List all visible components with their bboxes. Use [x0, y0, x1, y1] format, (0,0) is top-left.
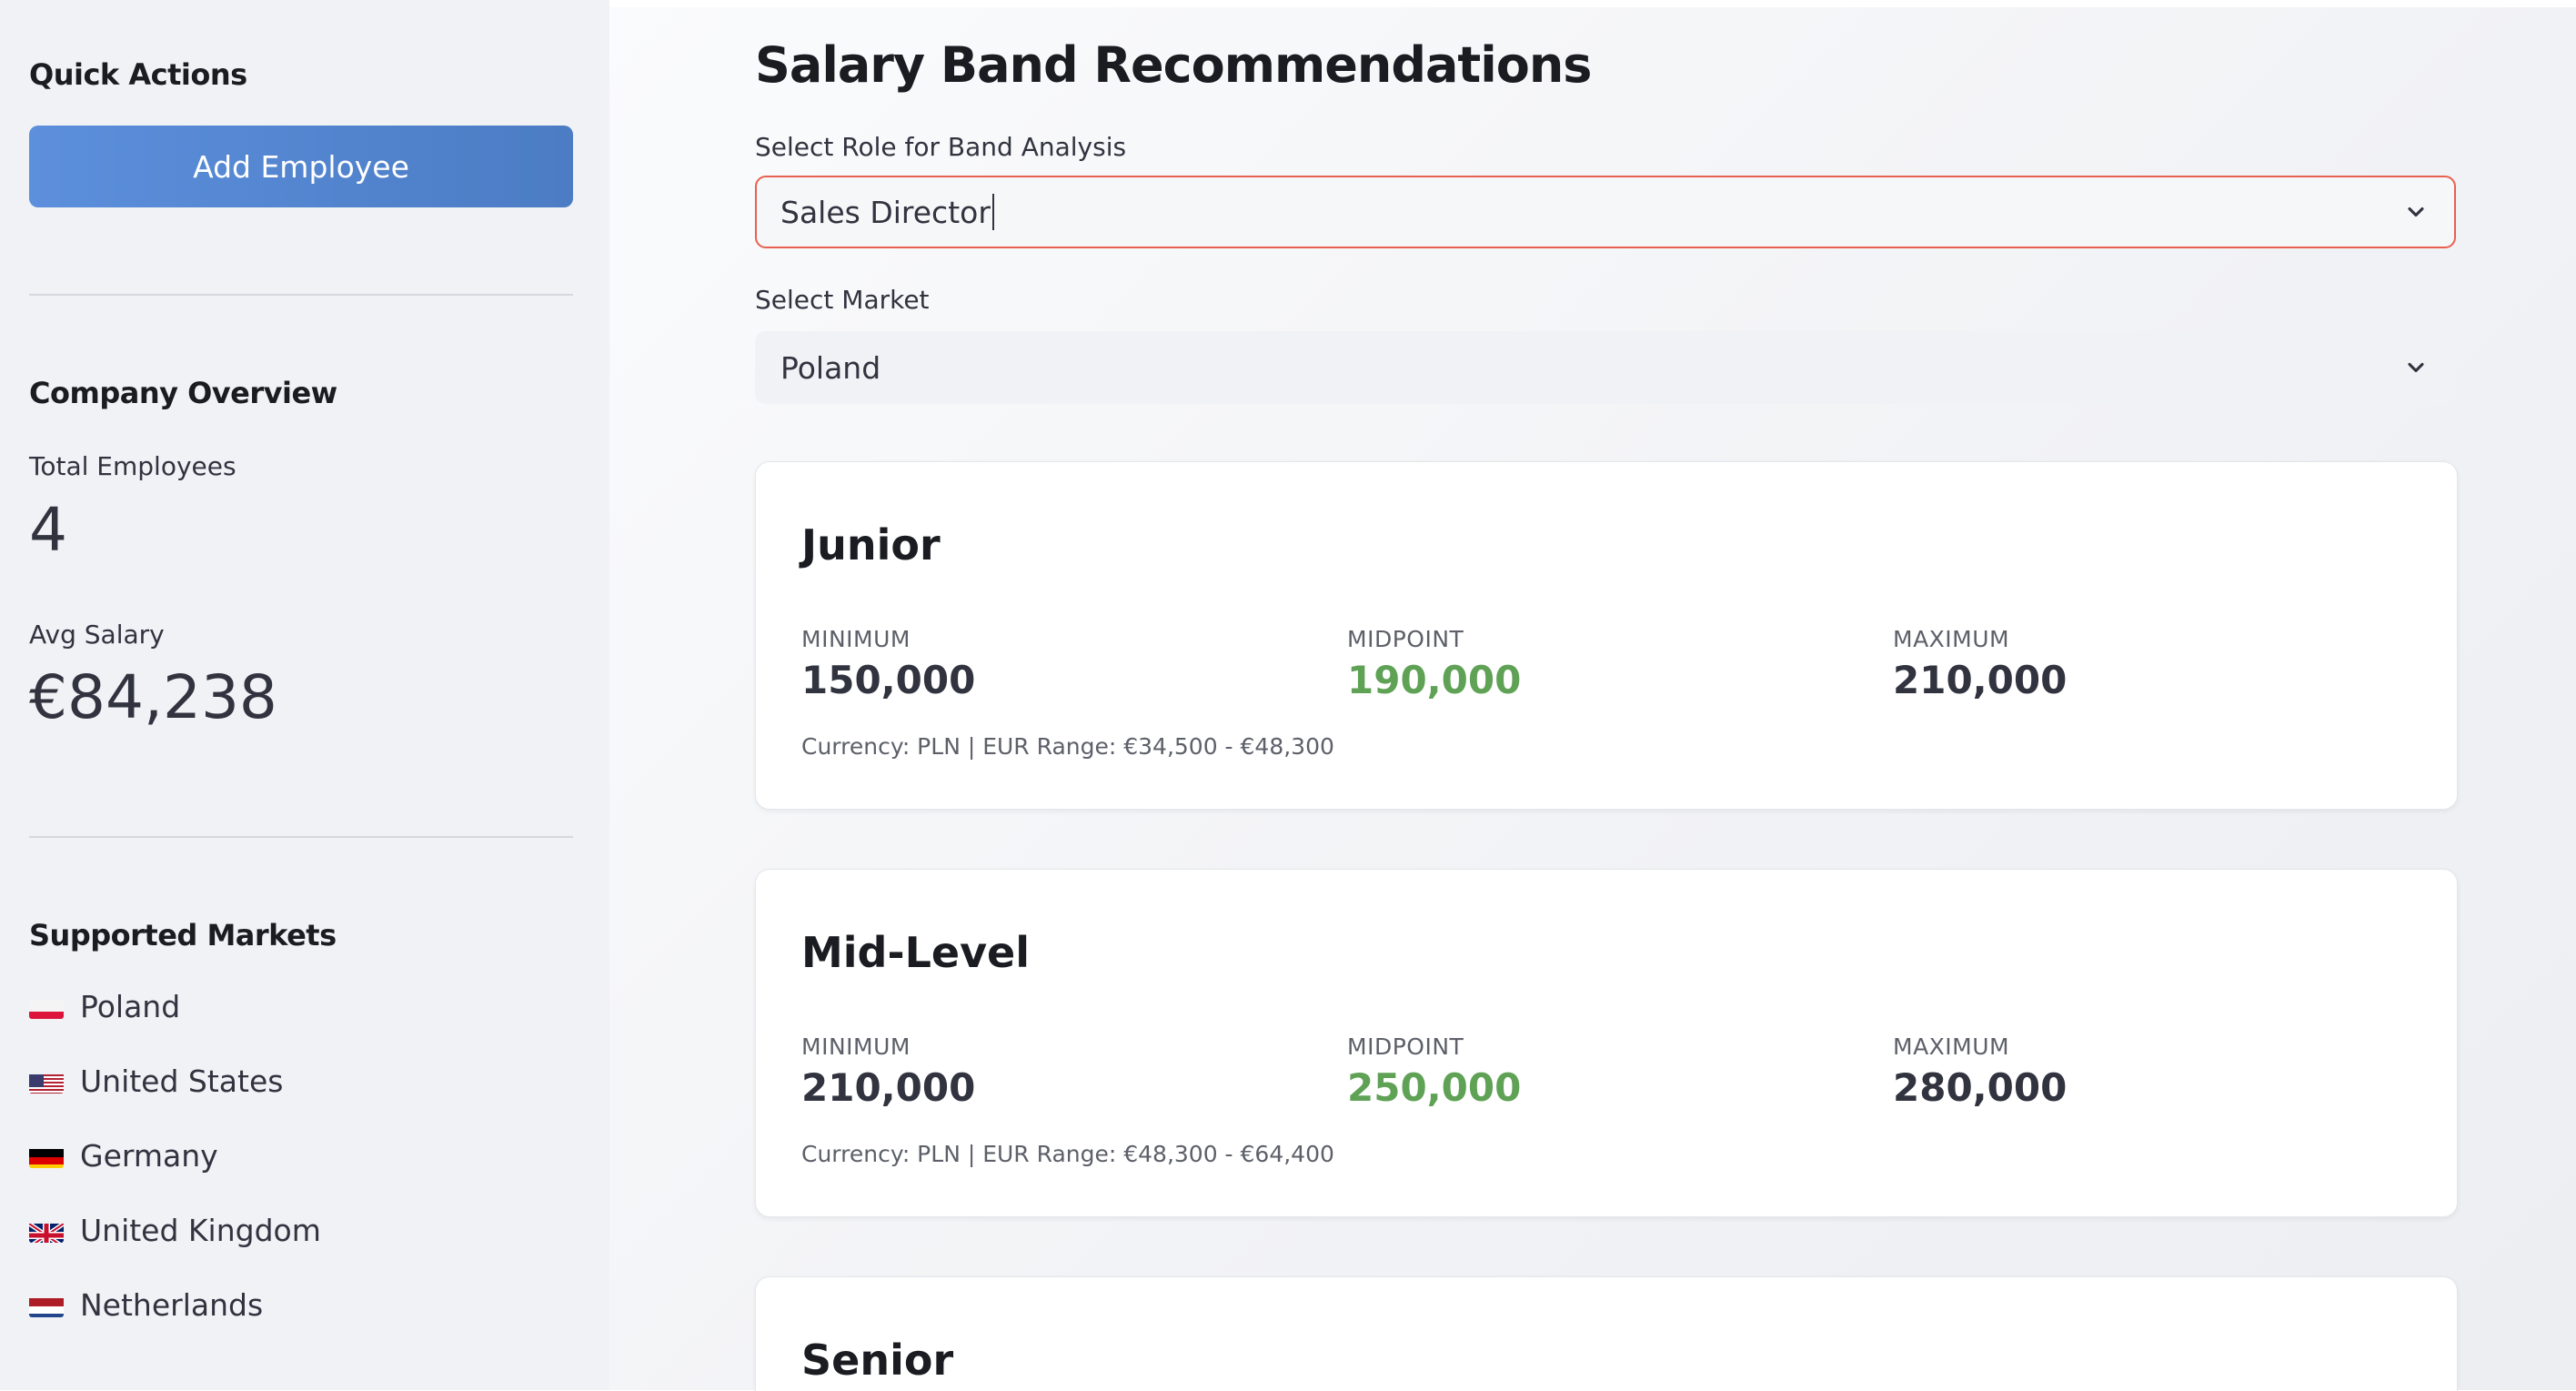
minimum-value: 210,000: [801, 1065, 976, 1110]
market-item-united-kingdom: United Kingdom: [29, 1213, 321, 1248]
maximum-value: 280,000: [1893, 1065, 2068, 1110]
chevron-down-icon[interactable]: [2403, 355, 2429, 380]
top-bar: [609, 0, 2576, 7]
minimum-label: MINIMUM: [801, 1033, 911, 1060]
flag-united-states-icon: [29, 1070, 64, 1094]
quick-actions-title: Quick Actions: [29, 57, 247, 92]
company-overview-title: Company Overview: [29, 376, 337, 410]
avg-salary-value: €84,238: [29, 662, 277, 732]
band-midpoint: MIDPOINT 190,000: [1347, 626, 1521, 702]
band-card-mid-level: Mid-Level MINIMUM 210,000 MIDPOINT 250,0…: [755, 869, 2458, 1217]
flag-poland-icon: [29, 995, 64, 1019]
market-label: United Kingdom: [80, 1213, 321, 1248]
band-currency-note: Currency: PLN | EUR Range: €34,500 - €48…: [801, 733, 1334, 760]
market-item-germany: Germany: [29, 1138, 218, 1174]
avg-salary-label: Avg Salary: [29, 620, 165, 650]
market-select[interactable]: Poland: [755, 331, 2456, 404]
minimum-label: MINIMUM: [801, 626, 911, 652]
total-employees-label: Total Employees: [29, 451, 236, 481]
market-select-label: Select Market: [755, 285, 930, 315]
sidebar-divider: [29, 836, 573, 838]
band-card-senior: Senior: [755, 1276, 2458, 1391]
band-title: Mid-Level: [801, 928, 1031, 977]
market-item-poland: Poland: [29, 989, 180, 1024]
supported-markets-title: Supported Markets: [29, 918, 337, 953]
market-label: United States: [80, 1063, 284, 1099]
maximum-label: MAXIMUM: [1893, 626, 2010, 652]
band-midpoint: MIDPOINT 250,000: [1347, 1033, 1521, 1110]
maximum-value: 210,000: [1893, 658, 2068, 702]
sidebar: Quick Actions Add Employee Company Overv…: [0, 0, 609, 1390]
flag-united-kingdom-icon: [29, 1219, 64, 1243]
band-maximum: MAXIMUM 280,000: [1893, 1033, 2067, 1110]
add-employee-button[interactable]: Add Employee: [29, 126, 573, 207]
band-title: Junior: [801, 520, 941, 570]
role-select[interactable]: Sales Director: [755, 176, 2456, 248]
band-card-junior: Junior MINIMUM 150,000 MIDPOINT 190,000 …: [755, 461, 2458, 810]
market-label: Poland: [80, 989, 181, 1024]
market-label: Netherlands: [80, 1287, 264, 1323]
band-minimum: MINIMUM 210,000: [801, 1033, 975, 1110]
band-currency-note: Currency: PLN | EUR Range: €48,300 - €64…: [801, 1141, 1334, 1167]
market-item-netherlands: Netherlands: [29, 1287, 263, 1323]
band-title: Senior: [801, 1336, 954, 1385]
midpoint-label: MIDPOINT: [1347, 626, 1464, 652]
midpoint-value: 250,000: [1347, 1065, 1522, 1110]
band-minimum: MINIMUM 150,000: [801, 626, 975, 702]
minimum-value: 150,000: [801, 658, 976, 702]
midpoint-label: MIDPOINT: [1347, 1033, 1464, 1060]
sidebar-divider: [29, 294, 573, 296]
market-select-value: Poland: [780, 349, 881, 386]
market-item-united-states: United States: [29, 1063, 283, 1099]
chevron-down-icon[interactable]: [2403, 199, 2429, 225]
maximum-label: MAXIMUM: [1893, 1033, 2010, 1060]
role-select-value: Sales Director: [780, 194, 991, 230]
page-title: Salary Band Recommendations: [755, 36, 1592, 94]
text-cursor: [991, 194, 994, 230]
total-employees-value: 4: [29, 495, 67, 565]
midpoint-value: 190,000: [1347, 658, 1522, 702]
market-label: Germany: [80, 1138, 218, 1174]
role-select-label: Select Role for Band Analysis: [755, 132, 1127, 162]
flag-netherlands-icon: [29, 1294, 64, 1317]
band-maximum: MAXIMUM 210,000: [1893, 626, 2067, 702]
flag-germany-icon: [29, 1144, 64, 1168]
